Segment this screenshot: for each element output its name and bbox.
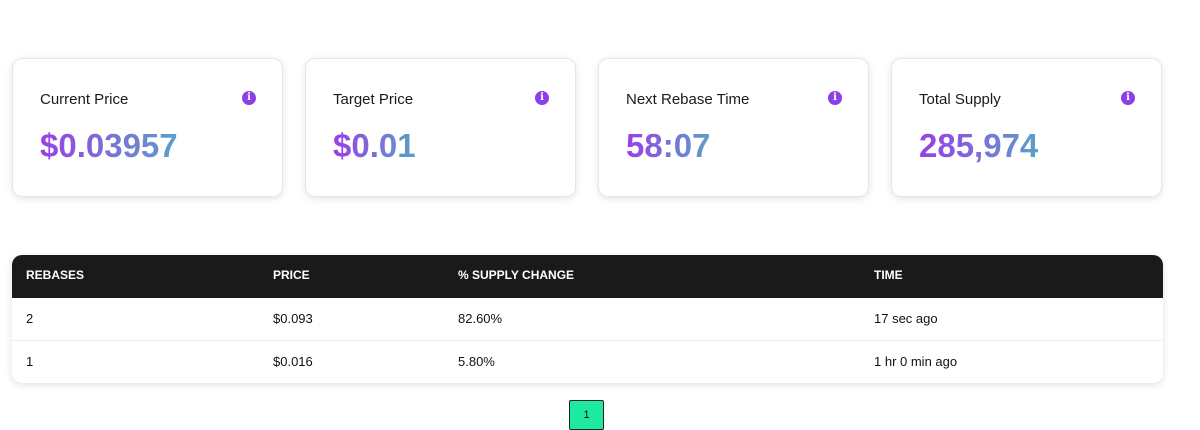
card-value: $0.03957: [40, 127, 178, 164]
info-icon[interactable]: i: [242, 91, 256, 105]
card-label: Target Price: [333, 91, 414, 108]
cell-rebase: 2: [26, 311, 34, 326]
card-value: 58:07: [626, 127, 711, 164]
rebase-table: REBASES PRICE % SUPPLY CHANGE TIME 2 $0.…: [12, 255, 1163, 383]
card-label: Next Rebase Time: [626, 91, 750, 108]
cell-supply-change: 5.80%: [458, 354, 495, 369]
cell-time: 17 sec ago: [874, 311, 938, 326]
card-label: Current Price: [40, 91, 129, 108]
header-time: TIME: [874, 268, 903, 282]
card-label: Total Supply: [919, 91, 1001, 108]
card-value: 285,974: [919, 127, 1039, 164]
table-header: REBASES PRICE % SUPPLY CHANGE TIME: [12, 255, 1163, 298]
cell-time: 1 hr 0 min ago: [874, 354, 958, 369]
page-1-button[interactable]: 1: [569, 400, 604, 430]
card-total-supply: Total Supply i 285,974: [891, 58, 1162, 197]
header-supply-change: % SUPPLY CHANGE: [458, 268, 575, 282]
cell-supply-change: 82.60%: [458, 311, 503, 326]
card-next-rebase-time: Next Rebase Time i 58:07: [598, 58, 869, 197]
card-value: $0.01: [333, 127, 416, 164]
cell-rebase: 1: [26, 354, 34, 369]
stats-cards: Current Price i $0.03957 Target Price i …: [12, 58, 1163, 199]
info-icon[interactable]: i: [1121, 91, 1135, 105]
info-icon[interactable]: i: [535, 91, 549, 105]
header-rebases: REBASES: [26, 268, 85, 282]
table-row: 2 $0.093 82.60% 17 sec ago: [12, 298, 1163, 341]
header-price: PRICE: [273, 268, 310, 282]
table-row: 1 $0.016 5.80% 1 hr 0 min ago: [12, 341, 1163, 383]
cell-price: $0.016: [273, 354, 313, 369]
card-target-price: Target Price i $0.01: [305, 58, 576, 197]
card-current-price: Current Price i $0.03957: [12, 58, 283, 197]
info-icon[interactable]: i: [828, 91, 842, 105]
cell-price: $0.093: [273, 311, 313, 326]
